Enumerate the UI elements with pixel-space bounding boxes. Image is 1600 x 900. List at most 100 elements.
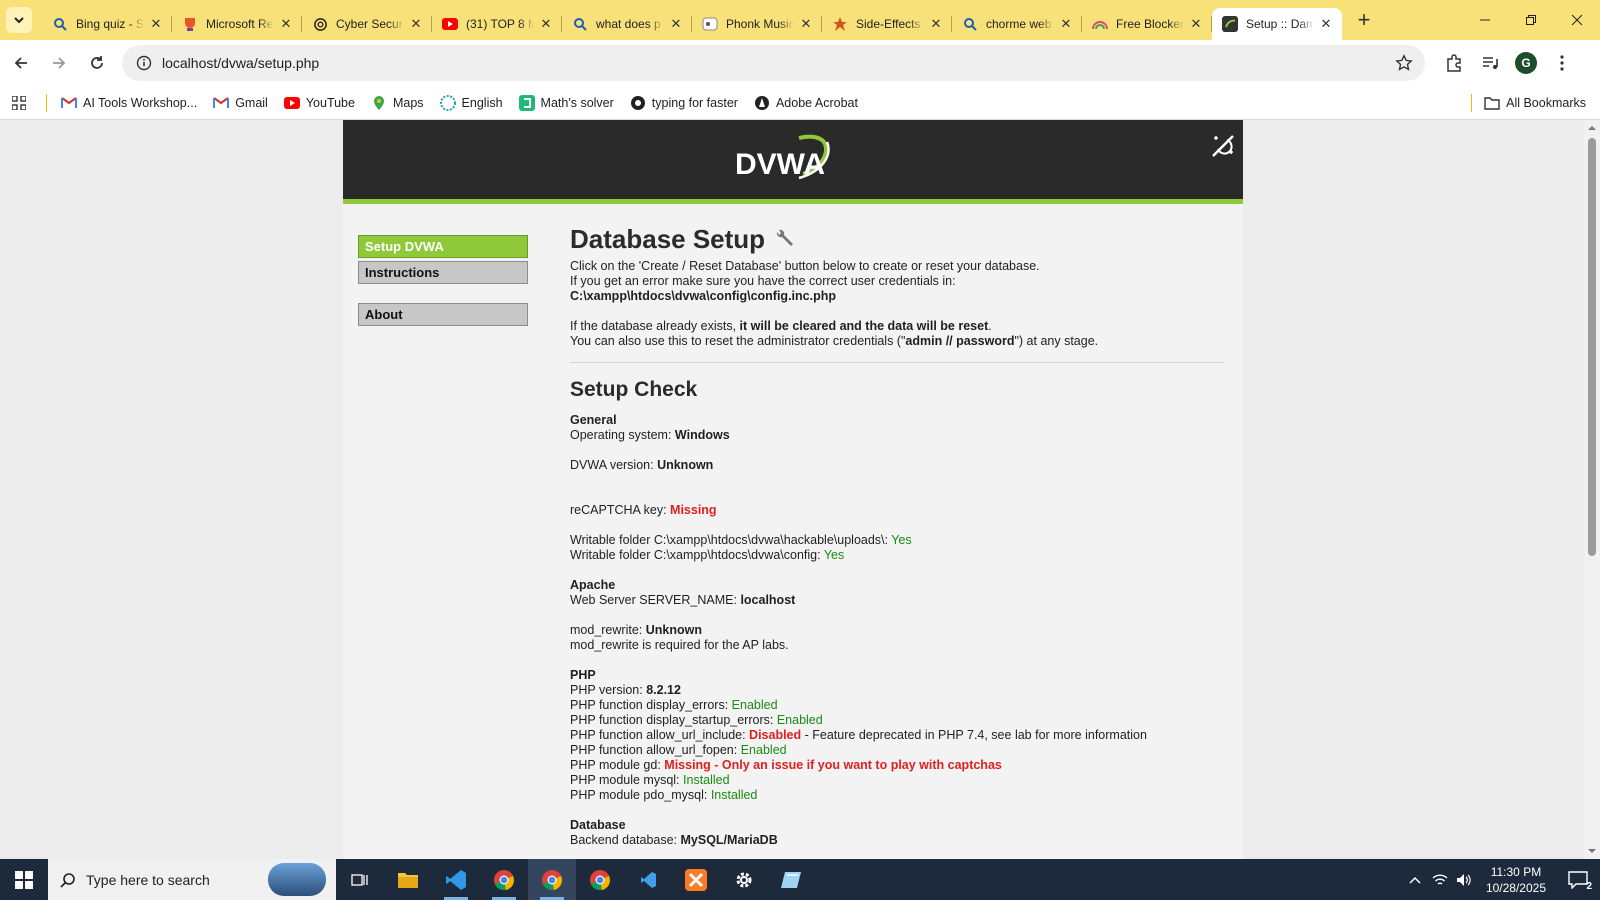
extensions-icon[interactable] (1436, 46, 1472, 80)
taskbar-vscode[interactable] (432, 859, 480, 900)
close-icon[interactable]: ✕ (668, 16, 684, 32)
tab-phonk-music[interactable]: Phonk Music ✕ (692, 8, 822, 40)
divider (570, 362, 1225, 363)
tab-microsoft-rewards[interactable]: Microsoft Rewards ✕ (172, 8, 302, 40)
taskbar-chrome-active[interactable] (528, 859, 576, 900)
forward-button[interactable] (42, 46, 76, 80)
close-icon[interactable]: ✕ (148, 16, 164, 32)
menu-icon[interactable] (1544, 46, 1580, 80)
all-bookmarks-button[interactable]: All Bookmarks (1471, 94, 1586, 112)
php-version-value: 8.2.12 (646, 683, 681, 697)
tab-cyber-security[interactable]: Cyber Security ✕ (302, 8, 432, 40)
tab-title: Bing quiz - Search (76, 17, 144, 31)
bookmark-typing[interactable]: typing for faster (630, 95, 738, 111)
close-window-button[interactable] (1554, 0, 1600, 40)
network-button[interactable] (1428, 859, 1452, 900)
tab-chorme-web[interactable]: chorme web ✕ (952, 8, 1082, 40)
phonk-icon (702, 16, 718, 32)
avatar: G (1515, 52, 1537, 74)
tab-side-effects[interactable]: Side-Effects ✕ (822, 8, 952, 40)
menu-about[interactable]: About (358, 303, 528, 326)
taskbar-chrome-profile[interactable] (480, 859, 528, 900)
media-control-icon[interactable] (1472, 46, 1508, 80)
close-icon[interactable]: ✕ (1318, 16, 1334, 32)
close-icon[interactable]: ✕ (278, 16, 294, 32)
maps-icon (371, 95, 387, 111)
apps-icon[interactable] (0, 95, 38, 110)
close-icon[interactable]: ✕ (1188, 16, 1204, 32)
taskbar-chrome[interactable] (576, 859, 624, 900)
site-info-icon[interactable] (130, 55, 158, 71)
writable-uploads-row: Writable folder C:\xampp\htdocs\dvwa\hac… (570, 533, 1225, 548)
taskbar-settings[interactable] (720, 859, 768, 900)
os-value: Windows (674, 428, 730, 442)
page-scrollbar[interactable] (1584, 120, 1600, 859)
side-effects-icon (832, 16, 848, 32)
taskbar-visual-studio[interactable] (624, 859, 672, 900)
chrome-icon (542, 869, 562, 890)
new-tab-button[interactable]: + (1350, 6, 1378, 34)
bookmark-maths-solver[interactable]: Math's solver (518, 94, 614, 111)
scroll-down-icon[interactable] (1584, 845, 1600, 857)
tab-what-does[interactable]: what does p ✕ (562, 8, 692, 40)
bookmark-english[interactable]: English (439, 94, 503, 111)
tab-title: (31) TOP 8 Most (466, 17, 534, 31)
mod-rewrite-row: mod_rewrite: Unknown (570, 623, 1225, 638)
bookmark-maps[interactable]: Maps (371, 95, 424, 111)
task-view-button[interactable] (336, 859, 384, 900)
clock[interactable]: 11:30 PM 10/28/2025 (1486, 864, 1546, 896)
volume-button[interactable] (1452, 859, 1476, 900)
tab-dvwa-setup[interactable]: Setup :: Damn ✕ (1212, 8, 1342, 40)
bookmark-label: Gmail (235, 95, 268, 110)
close-icon[interactable]: ✕ (798, 16, 814, 32)
minimize-button[interactable] (1462, 0, 1508, 40)
bookmark-gmail[interactable]: Gmail (213, 95, 268, 111)
bookmark-divider (1471, 94, 1473, 112)
theme-toggle-icon[interactable] (1209, 132, 1237, 160)
notification-center-button[interactable]: 2 (1556, 859, 1600, 900)
scroll-up-icon[interactable] (1584, 122, 1600, 134)
dvwa-logo[interactable]: DVWA (733, 130, 843, 194)
start-button[interactable] (0, 859, 48, 900)
config-path: C:\xampp\htdocs\dvwa\config\config.inc.p… (570, 289, 836, 303)
task-view-icon (351, 873, 368, 886)
tab-search-button[interactable] (6, 7, 32, 33)
close-icon[interactable]: ✕ (538, 16, 554, 32)
bookmark-star-icon[interactable] (1395, 54, 1413, 75)
taskbar-xampp[interactable] (672, 859, 720, 900)
scrollbar-thumb[interactable] (1588, 138, 1596, 556)
menu-instructions[interactable]: Instructions (358, 261, 528, 284)
menu-setup-dvwa[interactable]: Setup DVWA (358, 235, 528, 258)
url-text[interactable]: localhost/dvwa/setup.php (162, 55, 319, 71)
close-icon[interactable]: ✕ (928, 16, 944, 32)
bookmark-youtube[interactable]: YouTube (283, 95, 355, 111)
window-controls (1462, 0, 1600, 40)
tab-title: what does p (596, 17, 661, 31)
tray-overflow-button[interactable] (1402, 859, 1428, 900)
taskbar-notes-app[interactable] (768, 859, 816, 900)
bing-search-icon (52, 16, 68, 32)
taskbar-search[interactable]: Type here to search (48, 859, 336, 900)
system-tray: 11:30 PM 10/28/2025 2 (1402, 859, 1600, 900)
php-version-label: PHP version: (570, 683, 647, 697)
bookmark-ai-tools[interactable]: AI Tools Workshop... (61, 95, 197, 111)
taskbar-file-explorer[interactable] (384, 859, 432, 900)
profile-button[interactable]: G (1508, 46, 1544, 80)
reload-button[interactable] (80, 46, 114, 80)
php-version-row: PHP version: 8.2.12 (570, 683, 1225, 698)
address-bar[interactable]: localhost/dvwa/setup.php (122, 45, 1425, 81)
tab-youtube[interactable]: (31) TOP 8 Most ✕ (432, 8, 562, 40)
close-icon[interactable]: ✕ (1058, 16, 1074, 32)
close-icon[interactable]: ✕ (408, 16, 424, 32)
bookmark-acrobat[interactable]: Adobe Acrobat (754, 95, 858, 111)
search-highlight-image[interactable] (268, 863, 326, 896)
tab-bing-quiz[interactable]: Bing quiz - Search ✕ (42, 8, 172, 40)
back-button[interactable] (4, 46, 38, 80)
tab-free-blocker[interactable]: Free Blocker ✕ (1082, 8, 1212, 40)
arrow-right-icon (53, 57, 66, 69)
php-check-status: Installed (683, 773, 730, 787)
tab-title: Side-Effects (856, 17, 921, 31)
restore-button[interactable] (1508, 0, 1554, 40)
